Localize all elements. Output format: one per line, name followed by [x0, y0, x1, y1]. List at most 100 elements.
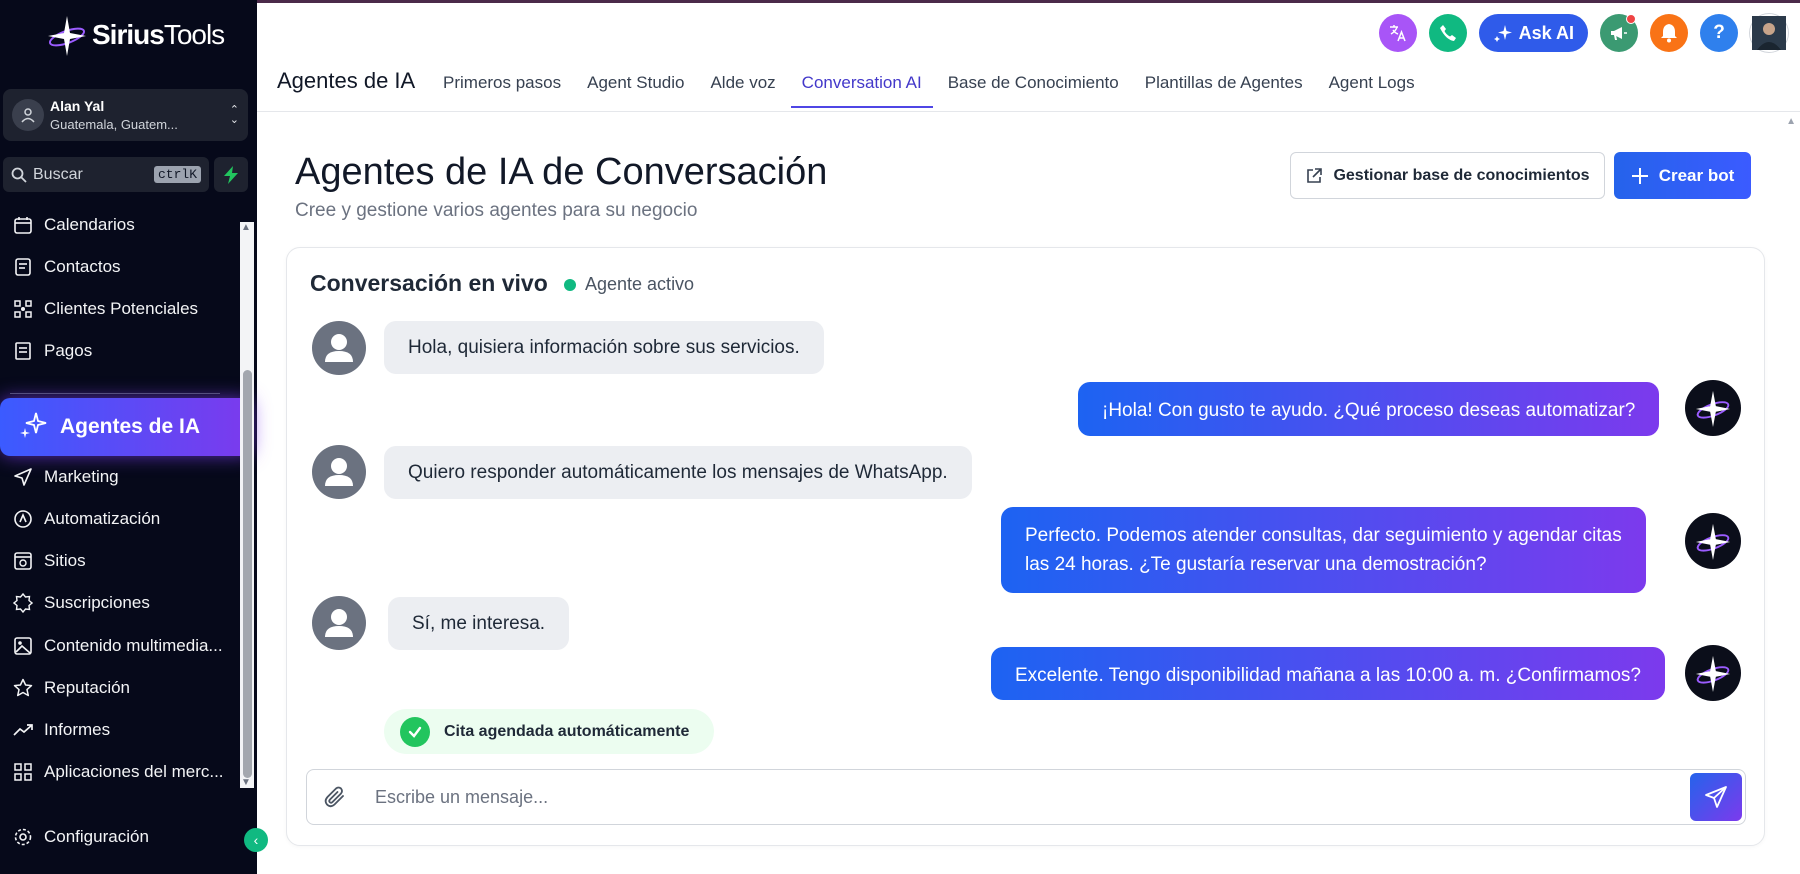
- sidebar-item-label: Configuración: [44, 827, 149, 846]
- user-avatar[interactable]: [1750, 14, 1788, 52]
- trend-icon: [12, 719, 34, 741]
- quick-action-button[interactable]: [214, 157, 248, 192]
- sidebar-item-clientes-potenciales[interactable]: Clientes Potenciales: [12, 298, 198, 320]
- sites-icon: [12, 550, 34, 572]
- manage-knowledge-base-label: Gestionar base de conocimientos: [1333, 166, 1590, 184]
- tab-conversation-ai[interactable]: Conversation AI: [789, 66, 935, 108]
- tab-agent-studio[interactable]: Agent Studio: [574, 66, 697, 108]
- message-bubble-user: Quiero responder automáticamente los men…: [384, 446, 972, 499]
- send-icon: [12, 466, 34, 488]
- scroll-up-arrow-icon[interactable]: ▲: [241, 222, 251, 233]
- account-icon: [12, 99, 44, 131]
- sidebar-item-pagos[interactable]: Pagos: [12, 340, 92, 362]
- sidebar-item-informes[interactable]: Informes: [12, 719, 110, 741]
- apps-icon: [12, 761, 34, 783]
- bot-avatar-icon: [1685, 645, 1741, 701]
- sidebar-item-configuracion[interactable]: Configuración: [12, 826, 149, 848]
- sidebar-item-aplicaciones[interactable]: Aplicaciones del merc...: [12, 761, 224, 783]
- sidebar-item-agentes-de-ia[interactable]: Agentes de IA: [0, 398, 252, 456]
- notifications-button[interactable]: [1650, 14, 1688, 52]
- bolt-icon: [224, 165, 238, 184]
- chevron-updown-icon: ⌃ ⌄: [229, 104, 239, 126]
- page-subtitle: Cree y gestione varios agentes para su n…: [295, 200, 698, 221]
- sidebar-item-automatizacion[interactable]: Automatización: [12, 508, 160, 530]
- sidebar-divider: [10, 393, 220, 394]
- create-bot-button[interactable]: Crear bot: [1614, 152, 1751, 199]
- help-icon: ?: [1713, 22, 1725, 43]
- message-input[interactable]: [363, 786, 1690, 808]
- contacts-icon: [12, 256, 34, 278]
- search-icon: [11, 167, 27, 183]
- brand-logo[interactable]: SiriusTools: [46, 14, 225, 56]
- sidebar: SiriusTools Alan Yal Guatemala, Guatem..…: [0, 0, 268, 874]
- send-button[interactable]: [1690, 773, 1742, 821]
- sidebar-item-label: Aplicaciones del merc...: [44, 762, 224, 781]
- collapse-sidebar-button[interactable]: ‹: [244, 828, 268, 852]
- agent-status: Agente activo: [564, 274, 694, 295]
- sidebar-item-calendarios[interactable]: Calendarios: [12, 214, 135, 236]
- manage-knowledge-base-button[interactable]: Gestionar base de conocimientos: [1290, 152, 1605, 199]
- sidebar-item-label: Marketing: [44, 467, 119, 486]
- gear-icon: [12, 826, 34, 848]
- check-icon: [400, 716, 430, 747]
- message-bubble-user: Hola, quisiera información sobre sus ser…: [384, 321, 824, 374]
- user-avatar-icon: [1752, 16, 1786, 50]
- account-name: Alan Yal: [50, 98, 105, 114]
- ask-ai-button[interactable]: Ask AI: [1478, 14, 1588, 52]
- translate-button[interactable]: [1378, 14, 1417, 52]
- user-avatar-icon: [312, 445, 366, 499]
- sidebar-item-label: Contactos: [44, 257, 121, 276]
- announcements-button[interactable]: [1600, 14, 1638, 52]
- payments-icon: [12, 340, 34, 362]
- brand-name: SiriusTools: [92, 19, 225, 50]
- bot-avatar-icon: [1685, 513, 1741, 569]
- scroll-down-arrow-icon[interactable]: ▼: [241, 777, 251, 788]
- create-bot-label: Crear bot: [1658, 165, 1735, 185]
- sidebar-item-label: Sitios: [44, 551, 86, 570]
- calendar-icon: [12, 214, 34, 236]
- account-details: Alan Yal Guatemala, Guatem...: [50, 98, 178, 132]
- message-composer: [306, 769, 1746, 825]
- send-icon: [1705, 786, 1727, 808]
- sidebar-item-contenido-multimedia[interactable]: Contenido multimedia...: [12, 635, 223, 657]
- tab-agent-logs[interactable]: Agent Logs: [1316, 66, 1428, 108]
- translate-icon: [1389, 25, 1406, 42]
- tab-alde-voz[interactable]: Alde voz: [697, 66, 788, 108]
- attach-button[interactable]: [307, 785, 363, 809]
- paperclip-icon: [324, 786, 344, 808]
- sidebar-item-label: Reputación: [44, 678, 131, 697]
- sidebar-item-reputacion[interactable]: Reputación: [12, 677, 130, 699]
- status-dot: [564, 278, 576, 291]
- search-label: Buscar: [33, 165, 83, 183]
- tab-plantillas-de-agentes[interactable]: Plantillas de Agentes: [1132, 66, 1316, 108]
- sidebar-item-label: Calendarios: [44, 215, 135, 234]
- tab-primeros-pasos[interactable]: Primeros pasos: [430, 66, 574, 108]
- confirmation-label: Cita agendada automáticamente: [444, 722, 690, 740]
- star-logo-icon: [48, 16, 86, 56]
- external-link-icon: [1307, 167, 1323, 183]
- appointment-confirmation-badge: Cita agendada automáticamente: [384, 709, 714, 754]
- chevron-left-icon: ‹: [253, 832, 259, 848]
- tab-base-de-conocimiento[interactable]: Base de Conocimiento: [935, 66, 1132, 108]
- search-box[interactable]: Buscar ctrlK: [3, 157, 209, 192]
- leads-icon: [12, 298, 34, 320]
- plus-icon: [1631, 167, 1648, 184]
- section-tabs: Primeros pasos Agent Studio Alde voz Con…: [430, 66, 1428, 108]
- message-line: las 24 horas. ¿Te gustaría reservar una …: [1025, 554, 1487, 575]
- section-title: Agentes de IA: [277, 68, 416, 93]
- sidebar-item-contactos[interactable]: Contactos: [12, 256, 121, 278]
- sidebar-item-sitios[interactable]: Sitios: [12, 550, 86, 572]
- star-icon: [12, 677, 34, 699]
- sidebar-scrollbar-thumb[interactable]: [243, 370, 252, 778]
- image-icon: [12, 635, 34, 657]
- content-scroll-up-icon[interactable]: ▲: [1786, 116, 1796, 127]
- megaphone-icon: [1611, 27, 1627, 40]
- account-switcher[interactable]: Alan Yal Guatemala, Guatem... ⌃ ⌄: [3, 89, 248, 141]
- badge-icon: [12, 592, 34, 614]
- sidebar-item-suscripciones[interactable]: Suscripciones: [12, 592, 150, 614]
- bot-avatar-icon: [1685, 380, 1741, 436]
- user-avatar-icon: [312, 596, 366, 650]
- phone-button[interactable]: [1428, 14, 1467, 52]
- sidebar-item-marketing[interactable]: Marketing: [12, 466, 119, 488]
- help-button[interactable]: ?: [1700, 14, 1738, 52]
